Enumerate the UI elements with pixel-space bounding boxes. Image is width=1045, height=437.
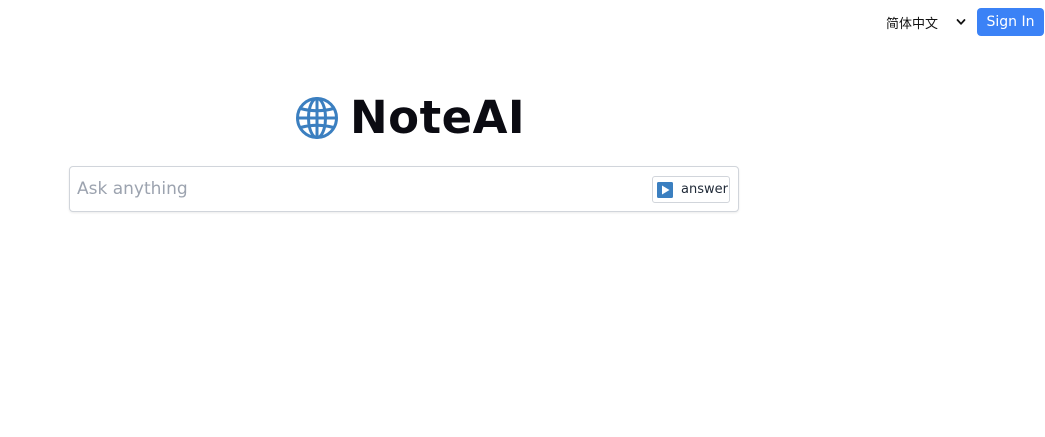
header: 简体中文 Sign In (886, 8, 1044, 36)
play-icon (657, 181, 673, 198)
language-select-label: 简体中文 (885, 16, 938, 32)
chevron-down-icon (956, 17, 966, 27)
search-box: answer (69, 166, 739, 212)
answer-button-label: answer (681, 182, 728, 197)
globe-icon (295, 96, 339, 140)
answer-button[interactable]: answer (652, 176, 730, 203)
language-select[interactable]: 简体中文 (886, 8, 966, 36)
sign-in-button[interactable]: Sign In (977, 8, 1044, 36)
logo: NoteAI (295, 92, 525, 144)
app-title: NoteAI (350, 91, 526, 144)
page: 简体中文 Sign In NoteAI Ask anything answer (0, 0, 1045, 437)
search-input[interactable] (77, 175, 637, 203)
